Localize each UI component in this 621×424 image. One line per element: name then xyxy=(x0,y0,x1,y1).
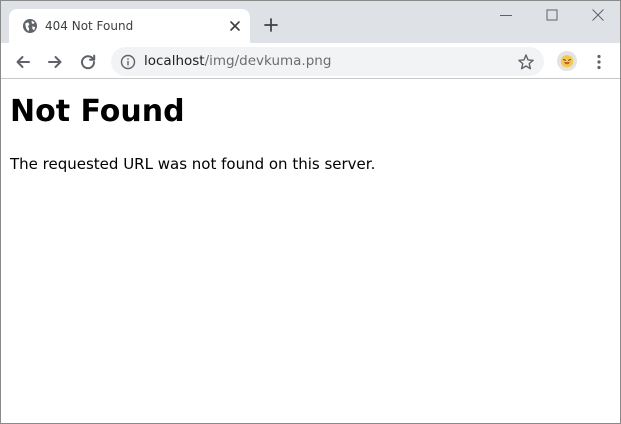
address-url[interactable]: localhost/img/devkuma.png xyxy=(144,53,331,70)
page-content: Not Found The requested URL was not foun… xyxy=(1,80,620,423)
error-message: The requested URL was not found on this … xyxy=(10,155,376,173)
profile-avatar-icon[interactable] xyxy=(557,51,577,71)
forward-arrow-icon[interactable] xyxy=(46,53,64,71)
url-path: /img/devkuma.png xyxy=(204,53,332,69)
maximize-icon[interactable] xyxy=(544,7,560,23)
info-icon[interactable] xyxy=(120,54,136,70)
reload-icon[interactable] xyxy=(79,53,97,71)
tab-title: 404 Not Found xyxy=(45,19,134,33)
address-bar[interactable]: localhost/img/devkuma.png xyxy=(111,47,544,76)
url-host: localhost xyxy=(144,53,205,69)
browser-toolbar: localhost/img/devkuma.png xyxy=(1,43,620,79)
minimize-icon[interactable] xyxy=(498,7,514,23)
globe-icon xyxy=(23,19,37,33)
kebab-menu-icon[interactable] xyxy=(591,53,607,71)
window-close-icon[interactable] xyxy=(590,7,606,23)
tab-close-icon[interactable] xyxy=(227,18,243,34)
new-tab-icon[interactable] xyxy=(263,17,279,33)
star-icon[interactable] xyxy=(517,53,535,71)
back-arrow-icon[interactable] xyxy=(14,53,32,71)
browser-window: 404 Not Found localhost/img/devkuma.png … xyxy=(0,0,621,424)
tab-strip: 404 Not Found xyxy=(1,1,620,43)
page-heading: Not Found xyxy=(10,94,185,129)
tab-active[interactable]: 404 Not Found xyxy=(9,9,250,43)
